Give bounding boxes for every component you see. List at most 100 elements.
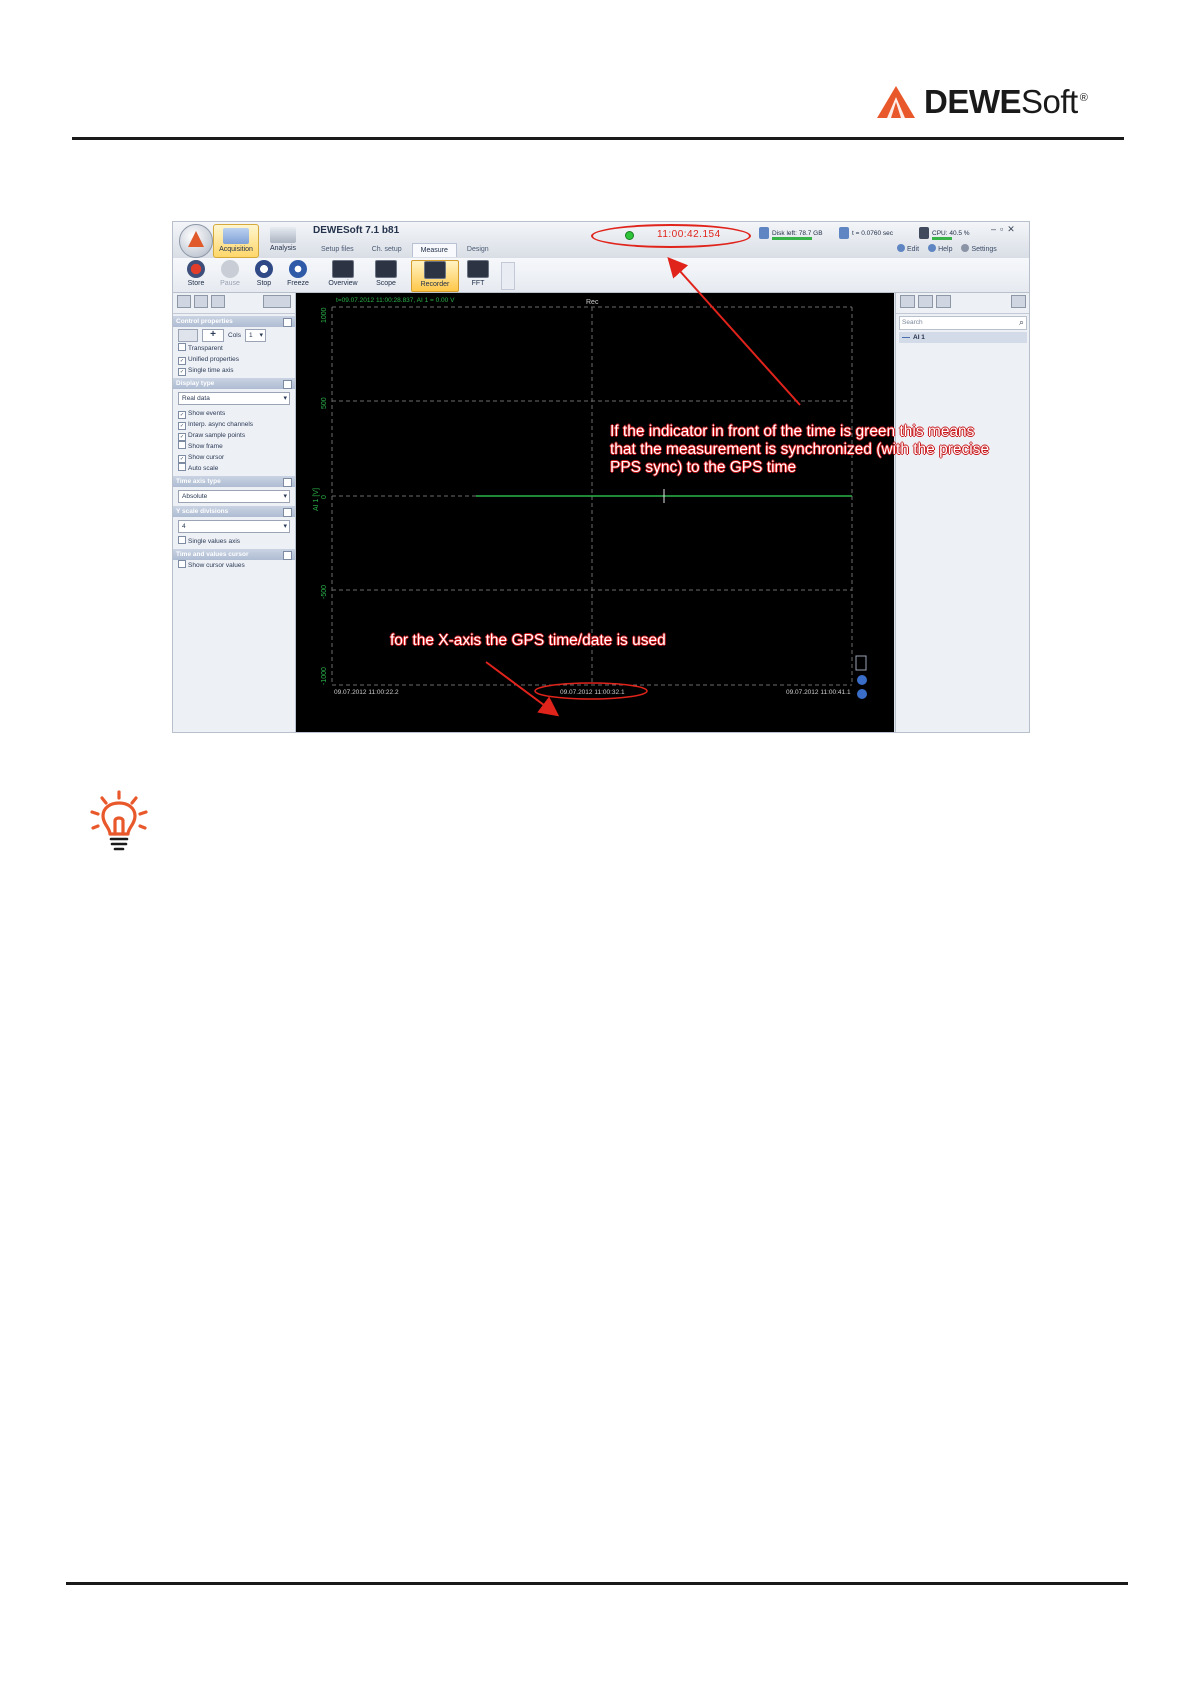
transparent-option[interactable]: Transparent	[173, 343, 295, 354]
recorder-plot[interactable]: t=09.07.2012 11:00:28.837, AI 1 = 0.00 V…	[296, 293, 894, 732]
layout-icon[interactable]	[177, 295, 191, 308]
x-tick-start: 09.07.2012 11:00:22.2	[334, 689, 399, 696]
disk-left-text: Disk left: 78.7 GB	[772, 229, 823, 237]
y-tick-minus-1000: -1000	[321, 667, 328, 685]
section-time-values-cursor[interactable]: Time and values cursor	[173, 549, 295, 560]
brand-name: DEWESoft ®	[924, 83, 1088, 120]
cols-select[interactable]: 1	[245, 328, 267, 342]
properties-toolbar	[173, 293, 295, 314]
analysis-mode-button[interactable]: Analysis	[261, 224, 305, 256]
zoom-in-icon[interactable]	[857, 675, 867, 685]
show-cursor-values-checkbox[interactable]	[178, 560, 186, 568]
scope-view-button[interactable]: Scope	[369, 260, 403, 290]
panel-toggle-icon[interactable]	[263, 295, 291, 308]
display-type-select[interactable]: Real data	[178, 392, 290, 405]
dewesoft-screenshot: Acquisition Analysis DEWESoft 7.1 b81 Se…	[172, 221, 1030, 733]
time-axis-select[interactable]: Absolute	[178, 490, 290, 503]
channel-item-ai1[interactable]: AI 1	[899, 332, 1027, 343]
scope-icon	[375, 260, 397, 278]
edit-link[interactable]: Edit	[897, 244, 919, 253]
camera-icon[interactable]	[211, 295, 225, 308]
show-frame-checkbox[interactable]	[178, 441, 186, 449]
dewesoft-orb-icon	[188, 231, 204, 247]
tab-measure[interactable]: Measure	[411, 243, 457, 257]
y-scale-select[interactable]: 4	[178, 520, 290, 533]
y-tick-minus-500: -500	[321, 585, 328, 599]
recorder-view-button[interactable]: Recorder	[411, 260, 459, 292]
help-link[interactable]: Help	[928, 244, 952, 253]
single-time-axis-option[interactable]: ✓ Single time axis	[173, 365, 295, 376]
show-events-checkbox[interactable]: ✓	[178, 411, 186, 419]
tab-setup-files[interactable]: Setup files	[313, 243, 362, 257]
settings-link[interactable]: Settings	[961, 244, 997, 253]
dewesoft-logo: DEWESoft ®	[876, 83, 1088, 120]
stop-button[interactable]: Stop	[247, 260, 281, 290]
store-button[interactable]: Store	[179, 260, 213, 290]
pause-button[interactable]: Pause	[213, 260, 247, 290]
fft-icon	[467, 260, 489, 278]
show-cursor-checkbox[interactable]: ✓	[178, 455, 186, 463]
top-right-links: Edit Help Settings	[897, 244, 997, 253]
display-icon[interactable]	[194, 295, 208, 308]
recorder-plot-svg: t=09.07.2012 11:00:28.837, AI 1 = 0.00 V…	[313, 297, 867, 700]
disk-usage-bar	[772, 237, 812, 240]
rec-label: Rec	[586, 299, 599, 306]
interp-async-checkbox[interactable]: ✓	[178, 422, 186, 430]
overview-icon	[332, 260, 354, 278]
show-cursor-option[interactable]: ✓ Show cursor	[173, 452, 295, 463]
section-control-properties[interactable]: Control properties	[173, 316, 295, 327]
auto-scale-checkbox[interactable]	[178, 463, 186, 471]
single-time-axis-checkbox[interactable]: ✓	[178, 368, 186, 376]
sync-annotation: If the indicator in front of the time is…	[610, 423, 990, 476]
collapse-panel-icon[interactable]	[1011, 295, 1026, 308]
channel-grid-icon[interactable]	[918, 295, 933, 308]
tab-design[interactable]: Design	[459, 243, 497, 257]
section-time-axis-type[interactable]: Time axis type	[173, 476, 295, 487]
edit-icon	[897, 244, 905, 252]
add-control-button[interactable]: +	[202, 328, 224, 342]
draw-sample-points-option[interactable]: ✓ Draw sample points	[173, 430, 295, 441]
disk-icon	[759, 227, 769, 239]
y-axis-title: AI 1 [V]	[313, 488, 320, 511]
unified-properties-option[interactable]: ✓ Unified properties	[173, 354, 295, 365]
zoom-box-button[interactable]	[855, 655, 867, 671]
cpu-icon	[919, 227, 929, 239]
show-frame-option[interactable]: Show frame	[173, 441, 295, 452]
fft-view-button[interactable]: FFT	[461, 260, 495, 290]
measure-ribbon: Store Pause Stop Freeze Overview Scope R…	[173, 258, 1029, 293]
draw-sample-points-checkbox[interactable]: ✓	[178, 433, 186, 441]
cpu-usage-bar	[932, 237, 952, 240]
tab-ch-setup[interactable]: Ch. setup	[364, 243, 410, 257]
remove-control-button[interactable]	[178, 328, 198, 342]
freeze-button[interactable]: Freeze	[281, 260, 315, 290]
single-values-axis-option[interactable]: Single values axis	[173, 536, 295, 547]
header-rule	[72, 137, 1124, 140]
y-tick-1000: 1000	[321, 307, 328, 323]
cols-label: Cols	[228, 331, 242, 339]
auto-scale-option[interactable]: Auto scale	[173, 463, 295, 474]
footer-rule	[66, 1582, 1128, 1585]
cols-row: + Cols 1	[173, 327, 295, 343]
show-events-option[interactable]: ✓ Show events	[173, 408, 295, 419]
analysis-label: Analysis	[269, 245, 297, 252]
overview-view-button[interactable]: Overview	[323, 260, 363, 290]
window-controls[interactable]: –▫✕	[991, 224, 1019, 235]
transparent-checkbox[interactable]	[178, 343, 186, 351]
section-y-scale-divisions[interactable]: Y scale divisions	[173, 506, 295, 517]
zoom-out-icon[interactable]	[857, 689, 867, 699]
help-icon	[928, 244, 937, 252]
y-tick-0: 0	[321, 495, 328, 499]
acquisition-mode-button[interactable]: Acquisition	[213, 224, 259, 258]
interp-async-option[interactable]: ✓ Interp. async channels	[173, 419, 295, 430]
channel-tree-icon[interactable]	[936, 295, 951, 308]
section-display-type[interactable]: Display type	[173, 378, 295, 389]
channel-list-icon[interactable]	[900, 295, 915, 308]
unified-properties-checkbox[interactable]: ✓	[178, 357, 186, 365]
app-menu-button[interactable]	[179, 224, 213, 258]
ribbon-pin-button[interactable]	[501, 262, 515, 290]
show-cursor-values-option[interactable]: Show cursor values	[173, 560, 295, 571]
single-values-axis-checkbox[interactable]	[178, 536, 186, 544]
acquisition-icon	[223, 228, 249, 244]
channel-search-input[interactable]: Search	[899, 316, 1027, 330]
pause-icon	[221, 260, 239, 278]
